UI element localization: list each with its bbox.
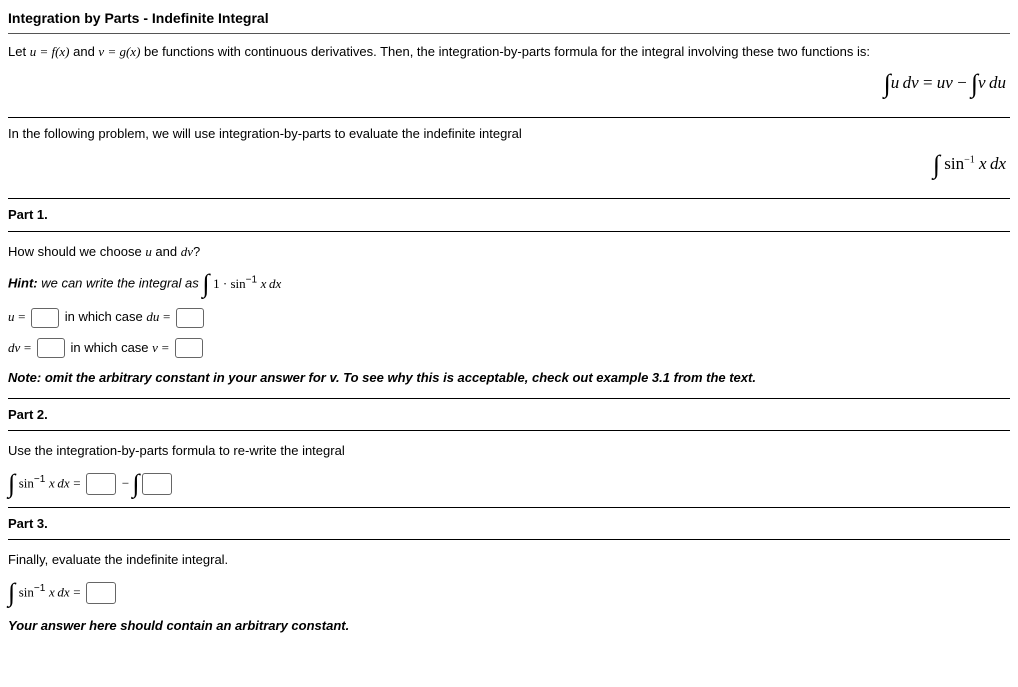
part3-equation: ∫ sin−1 x dx = — [8, 580, 1010, 606]
q-t2: and — [152, 244, 181, 259]
q-t3: ? — [193, 244, 200, 259]
input-v[interactable] — [175, 338, 203, 358]
input-u[interactable] — [31, 308, 59, 328]
intro-part2: and — [70, 44, 99, 59]
part1-question: How should we choose u and dv? — [8, 242, 1010, 262]
hint-text: we can write the integral as — [38, 276, 203, 291]
part2-heading: Part 2. — [8, 405, 1010, 425]
part1-hint: Hint: we can write the integral as ∫ 1 ·… — [8, 271, 1010, 297]
dv-line: dv = in which case v = — [8, 338, 1010, 359]
page-title: Integration by Parts - Indefinite Integr… — [8, 8, 1010, 29]
part1-heading: Part 1. — [8, 205, 1010, 225]
intro-part3: be functions with continuous derivatives… — [140, 44, 870, 59]
hint-label: Hint: — [8, 276, 38, 291]
intro-part1: Let — [8, 44, 30, 59]
part3-heading: Part 3. — [8, 514, 1010, 534]
u-mid: in which case — [65, 309, 147, 324]
input-final[interactable] — [86, 582, 116, 604]
u-line: u = in which case du = — [8, 307, 1010, 328]
input-dv[interactable] — [37, 338, 65, 358]
note-text: Note: omit the arbitrary constant in you… — [8, 370, 756, 385]
input-du[interactable] — [176, 308, 204, 328]
part3-text: Finally, evaluate the indefinite integra… — [8, 550, 1010, 570]
intro-text: Let u = f(x) and v = g(x) be functions w… — [8, 42, 1010, 62]
note3-text: Your answer here should contain an arbit… — [8, 618, 349, 633]
target-integral: ∫ sin−1 x dx — [8, 143, 1010, 192]
lead-text-2: In the following problem, we will use in… — [8, 124, 1010, 144]
input-vdu[interactable] — [142, 473, 172, 495]
q-t1: How should we choose — [8, 244, 145, 259]
part2-equation: ∫ sin−1 x dx = − ∫ — [8, 471, 1010, 497]
dv-mid: in which case — [71, 340, 153, 355]
part1-note: Note: omit the arbitrary constant in you… — [8, 368, 1010, 388]
formula-ibp: ∫u dv = uv − ∫v du — [8, 62, 1010, 111]
part2-text: Use the integration-by-parts formula to … — [8, 441, 1010, 461]
input-uv[interactable] — [86, 473, 116, 495]
minus: − — [122, 475, 133, 490]
part3-note: Your answer here should contain an arbit… — [8, 616, 1010, 636]
